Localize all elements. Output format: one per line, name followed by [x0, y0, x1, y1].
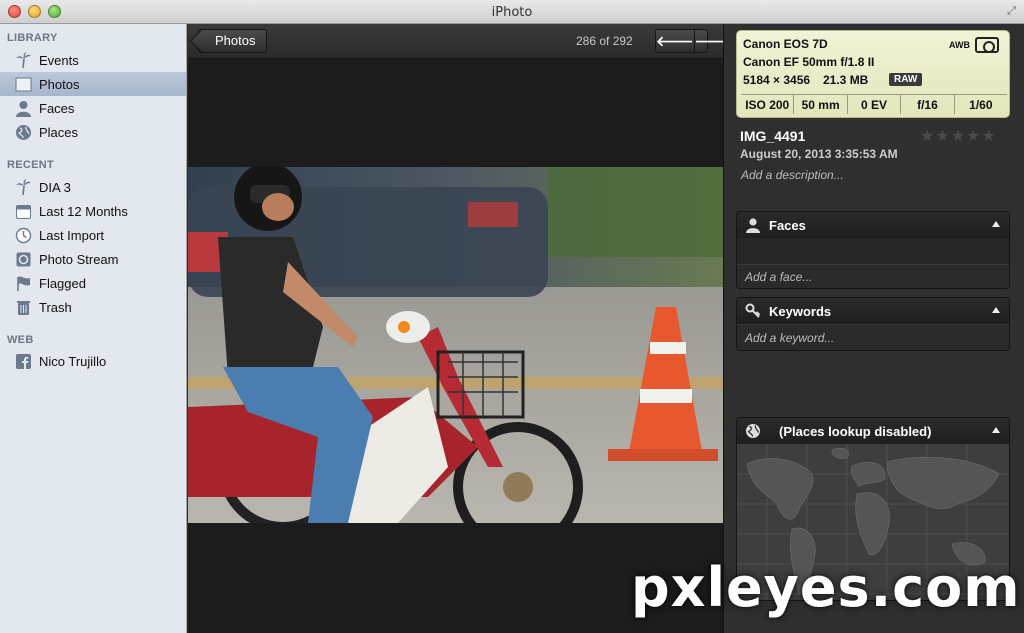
sidebar-item-flagged[interactable]: Flagged: [0, 271, 186, 295]
keywords-panel-title: Keywords: [769, 303, 832, 319]
image-dimensions: 5184 × 3456: [743, 73, 811, 87]
sidebar-item-faces[interactable]: Faces: [0, 96, 186, 120]
title-bar: iPhoto ⤢: [0, 0, 1024, 24]
sidebar: LIBRARY Events Photos Faces Places RECEN…: [0, 24, 187, 633]
person-icon: [745, 217, 761, 233]
palm-tree-icon: [15, 51, 32, 69]
faces-panel-title: Faces: [769, 217, 806, 233]
clock-icon: [15, 227, 32, 244]
sidebar-item-label: Nico Trujillo: [39, 353, 107, 369]
viewer-toolbar: Photos 286 of 292 🡐 🡒: [188, 24, 732, 59]
person-icon: [15, 100, 32, 117]
recent-header: RECENT: [7, 159, 55, 171]
aperture: f/16: [901, 95, 955, 114]
lens-model: Canon EF 50mm f/1.8 II: [743, 55, 875, 69]
sidebar-item-label: Last Import: [39, 227, 105, 243]
sidebar-item-places[interactable]: Places: [0, 120, 186, 144]
exposure-bias: 0 EV: [848, 95, 902, 114]
flag-icon: [15, 275, 32, 292]
library-header: LIBRARY: [7, 32, 58, 44]
facebook-icon: [15, 353, 32, 370]
collapse-triangle-icon[interactable]: [992, 221, 1000, 227]
faces-panel-header[interactable]: Faces: [737, 212, 1009, 238]
sidebar-item-label: Flagged: [39, 275, 86, 291]
info-panel: Canon EOS 7D Canon EF 50mm f/1.8 II 5184…: [723, 24, 1024, 633]
add-face-field[interactable]: Add a face...: [737, 264, 1009, 288]
exif-card: Canon EOS 7D Canon EF 50mm f/1.8 II 5184…: [736, 30, 1010, 118]
sidebar-item-label: Last 12 Months: [39, 203, 128, 219]
key-icon: [745, 303, 761, 319]
sidebar-item-label: Faces: [39, 100, 75, 116]
sidebar-item-photo-stream[interactable]: Photo Stream: [0, 247, 186, 271]
keywords-panel: Keywords Add a keyword...: [736, 297, 1010, 351]
white-balance: AWB: [949, 40, 970, 50]
photo-counter: 286 of 292: [576, 34, 633, 48]
sidebar-item-label: DIA 3: [39, 179, 71, 195]
motorcycle-rider-photo: [188, 167, 723, 523]
sidebar-item-photos[interactable]: Photos: [0, 72, 186, 96]
sidebar-item-label: Photo Stream: [39, 251, 119, 267]
description-field[interactable]: Add a description...: [741, 168, 844, 182]
camera-model: Canon EOS 7D: [743, 37, 828, 51]
calendar-icon: [15, 203, 32, 220]
camera-icon: [975, 37, 999, 53]
photos-icon: [15, 76, 32, 93]
sidebar-item-label: Trash: [39, 299, 72, 315]
main-photo[interactable]: [188, 167, 723, 523]
sidebar-item-nico-trujillo[interactable]: Nico Trujillo: [0, 349, 186, 373]
trash-icon: [15, 299, 32, 316]
iso-value: ISO 200: [741, 95, 795, 114]
places-panel-title: (Places lookup disabled): [779, 423, 932, 439]
watermark: pxleyes.com: [631, 556, 1021, 619]
web-header: WEB: [7, 334, 34, 346]
globe-icon: [15, 124, 32, 141]
arrow-left-icon: 🡐: [656, 33, 694, 49]
sidebar-item-last-12-months[interactable]: Last 12 Months: [0, 199, 186, 223]
sidebar-item-label: Places: [39, 124, 79, 140]
palm-tree-icon: [15, 178, 32, 196]
raw-badge: RAW: [889, 73, 923, 86]
places-panel-header[interactable]: (Places lookup disabled): [737, 418, 1009, 444]
photo-title[interactable]: IMG_4491: [740, 128, 805, 144]
shutter-speed: 1/60: [969, 98, 993, 112]
rating-stars[interactable]: ★★★★★: [920, 126, 997, 146]
back-to-photos-button[interactable]: Photos: [198, 29, 268, 53]
focal-length: 50 mm: [794, 95, 848, 114]
previous-photo-button[interactable]: 🡐: [656, 30, 694, 52]
add-keyword-field[interactable]: Add a keyword...: [737, 324, 1009, 350]
sidebar-item-last-import[interactable]: Last Import: [0, 223, 186, 247]
photo-date: August 20, 2013 3:35:53 AM: [740, 147, 898, 161]
sidebar-item-label: Events: [39, 52, 79, 68]
collapse-triangle-icon[interactable]: [992, 427, 1000, 433]
sidebar-item-trash[interactable]: Trash: [0, 295, 186, 319]
file-size: 21.3 MB: [823, 73, 869, 87]
faces-panel: Faces Add a face...: [736, 211, 1010, 289]
globe-icon: [745, 423, 761, 439]
exif-settings: ISO 200 50 mm 0 EV f/16 1/60: [741, 94, 1007, 114]
photo-navigation: 🡐 🡒: [655, 29, 732, 53]
keywords-panel-header[interactable]: Keywords: [737, 298, 1009, 324]
photo-viewer: Photos 286 of 292 🡐 🡒: [188, 24, 732, 633]
sidebar-item-label: Photos: [39, 76, 80, 92]
sidebar-item-events[interactable]: Events: [0, 48, 186, 72]
fullscreen-icon[interactable]: ⤢: [1005, 5, 1018, 18]
faces-area: [737, 238, 1009, 264]
photo-stream-icon: [15, 251, 32, 268]
collapse-triangle-icon[interactable]: [992, 307, 1000, 313]
window-title: iPhoto: [491, 5, 533, 20]
sidebar-item-dia-3[interactable]: DIA 3: [0, 175, 186, 199]
